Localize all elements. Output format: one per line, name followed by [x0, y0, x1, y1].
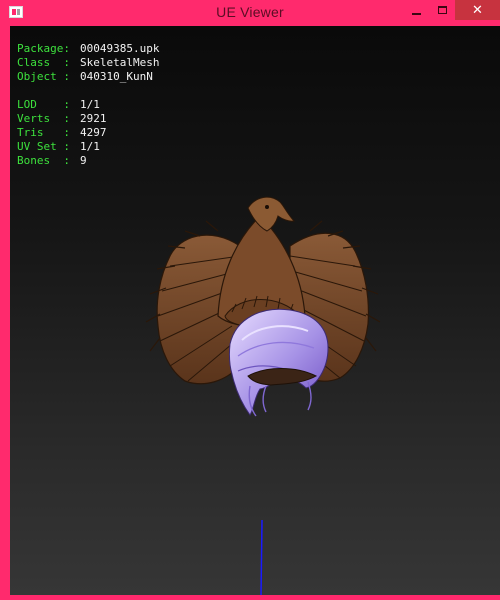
lod-row: LOD : 1/1 [17, 98, 159, 112]
maximize-icon [437, 6, 447, 14]
hair-mesh [228, 308, 329, 417]
tris-value: 4297 [80, 126, 107, 139]
minimize-button[interactable] [403, 0, 429, 20]
verts-label: Verts : [17, 112, 70, 125]
minimize-icon [411, 12, 421, 15]
uvset-value: 1/1 [80, 140, 100, 153]
tris-row: Tris : 4297 [17, 126, 159, 140]
phoenix-body [217, 196, 306, 328]
mesh-info-overlay: Package: 00049385.upk Class : SkeletalMe… [17, 42, 159, 168]
ue-viewer-window: UE Viewer ✕ Package: 00049385.upk Class … [0, 0, 500, 600]
object-label: Object : [17, 70, 70, 83]
uvset-row: UV Set : 1/1 [17, 140, 159, 154]
verts-value: 2921 [80, 112, 107, 125]
tris-label: Tris : [17, 126, 70, 139]
close-icon: ✕ [472, 2, 483, 18]
package-label: Package: [17, 42, 70, 55]
close-button[interactable]: ✕ [455, 0, 500, 20]
class-row: Class : SkeletalMesh [17, 56, 159, 70]
class-label: Class : [17, 56, 70, 69]
bone-axis-line [260, 519, 263, 595]
package-row: Package: 00049385.upk [17, 42, 159, 56]
lod-value: 1/1 [80, 98, 100, 111]
class-value: SkeletalMesh [80, 56, 160, 69]
maximize-button[interactable] [429, 0, 455, 20]
package-value: 00049385.upk [80, 42, 160, 55]
object-value: 040310_KunN [80, 70, 153, 83]
3d-viewport[interactable]: Package: 00049385.upk Class : SkeletalMe… [10, 26, 500, 595]
lod-label: LOD : [17, 98, 70, 111]
title-bar[interactable]: UE Viewer ✕ [5, 0, 500, 26]
bones-row: Bones : 9 [17, 154, 159, 168]
verts-row: Verts : 2921 [17, 112, 159, 126]
bones-value: 9 [80, 154, 87, 167]
uvset-label: UV Set : [17, 140, 70, 153]
bones-label: Bones : [17, 154, 70, 167]
object-row: Object : 040310_KunN [17, 70, 159, 84]
